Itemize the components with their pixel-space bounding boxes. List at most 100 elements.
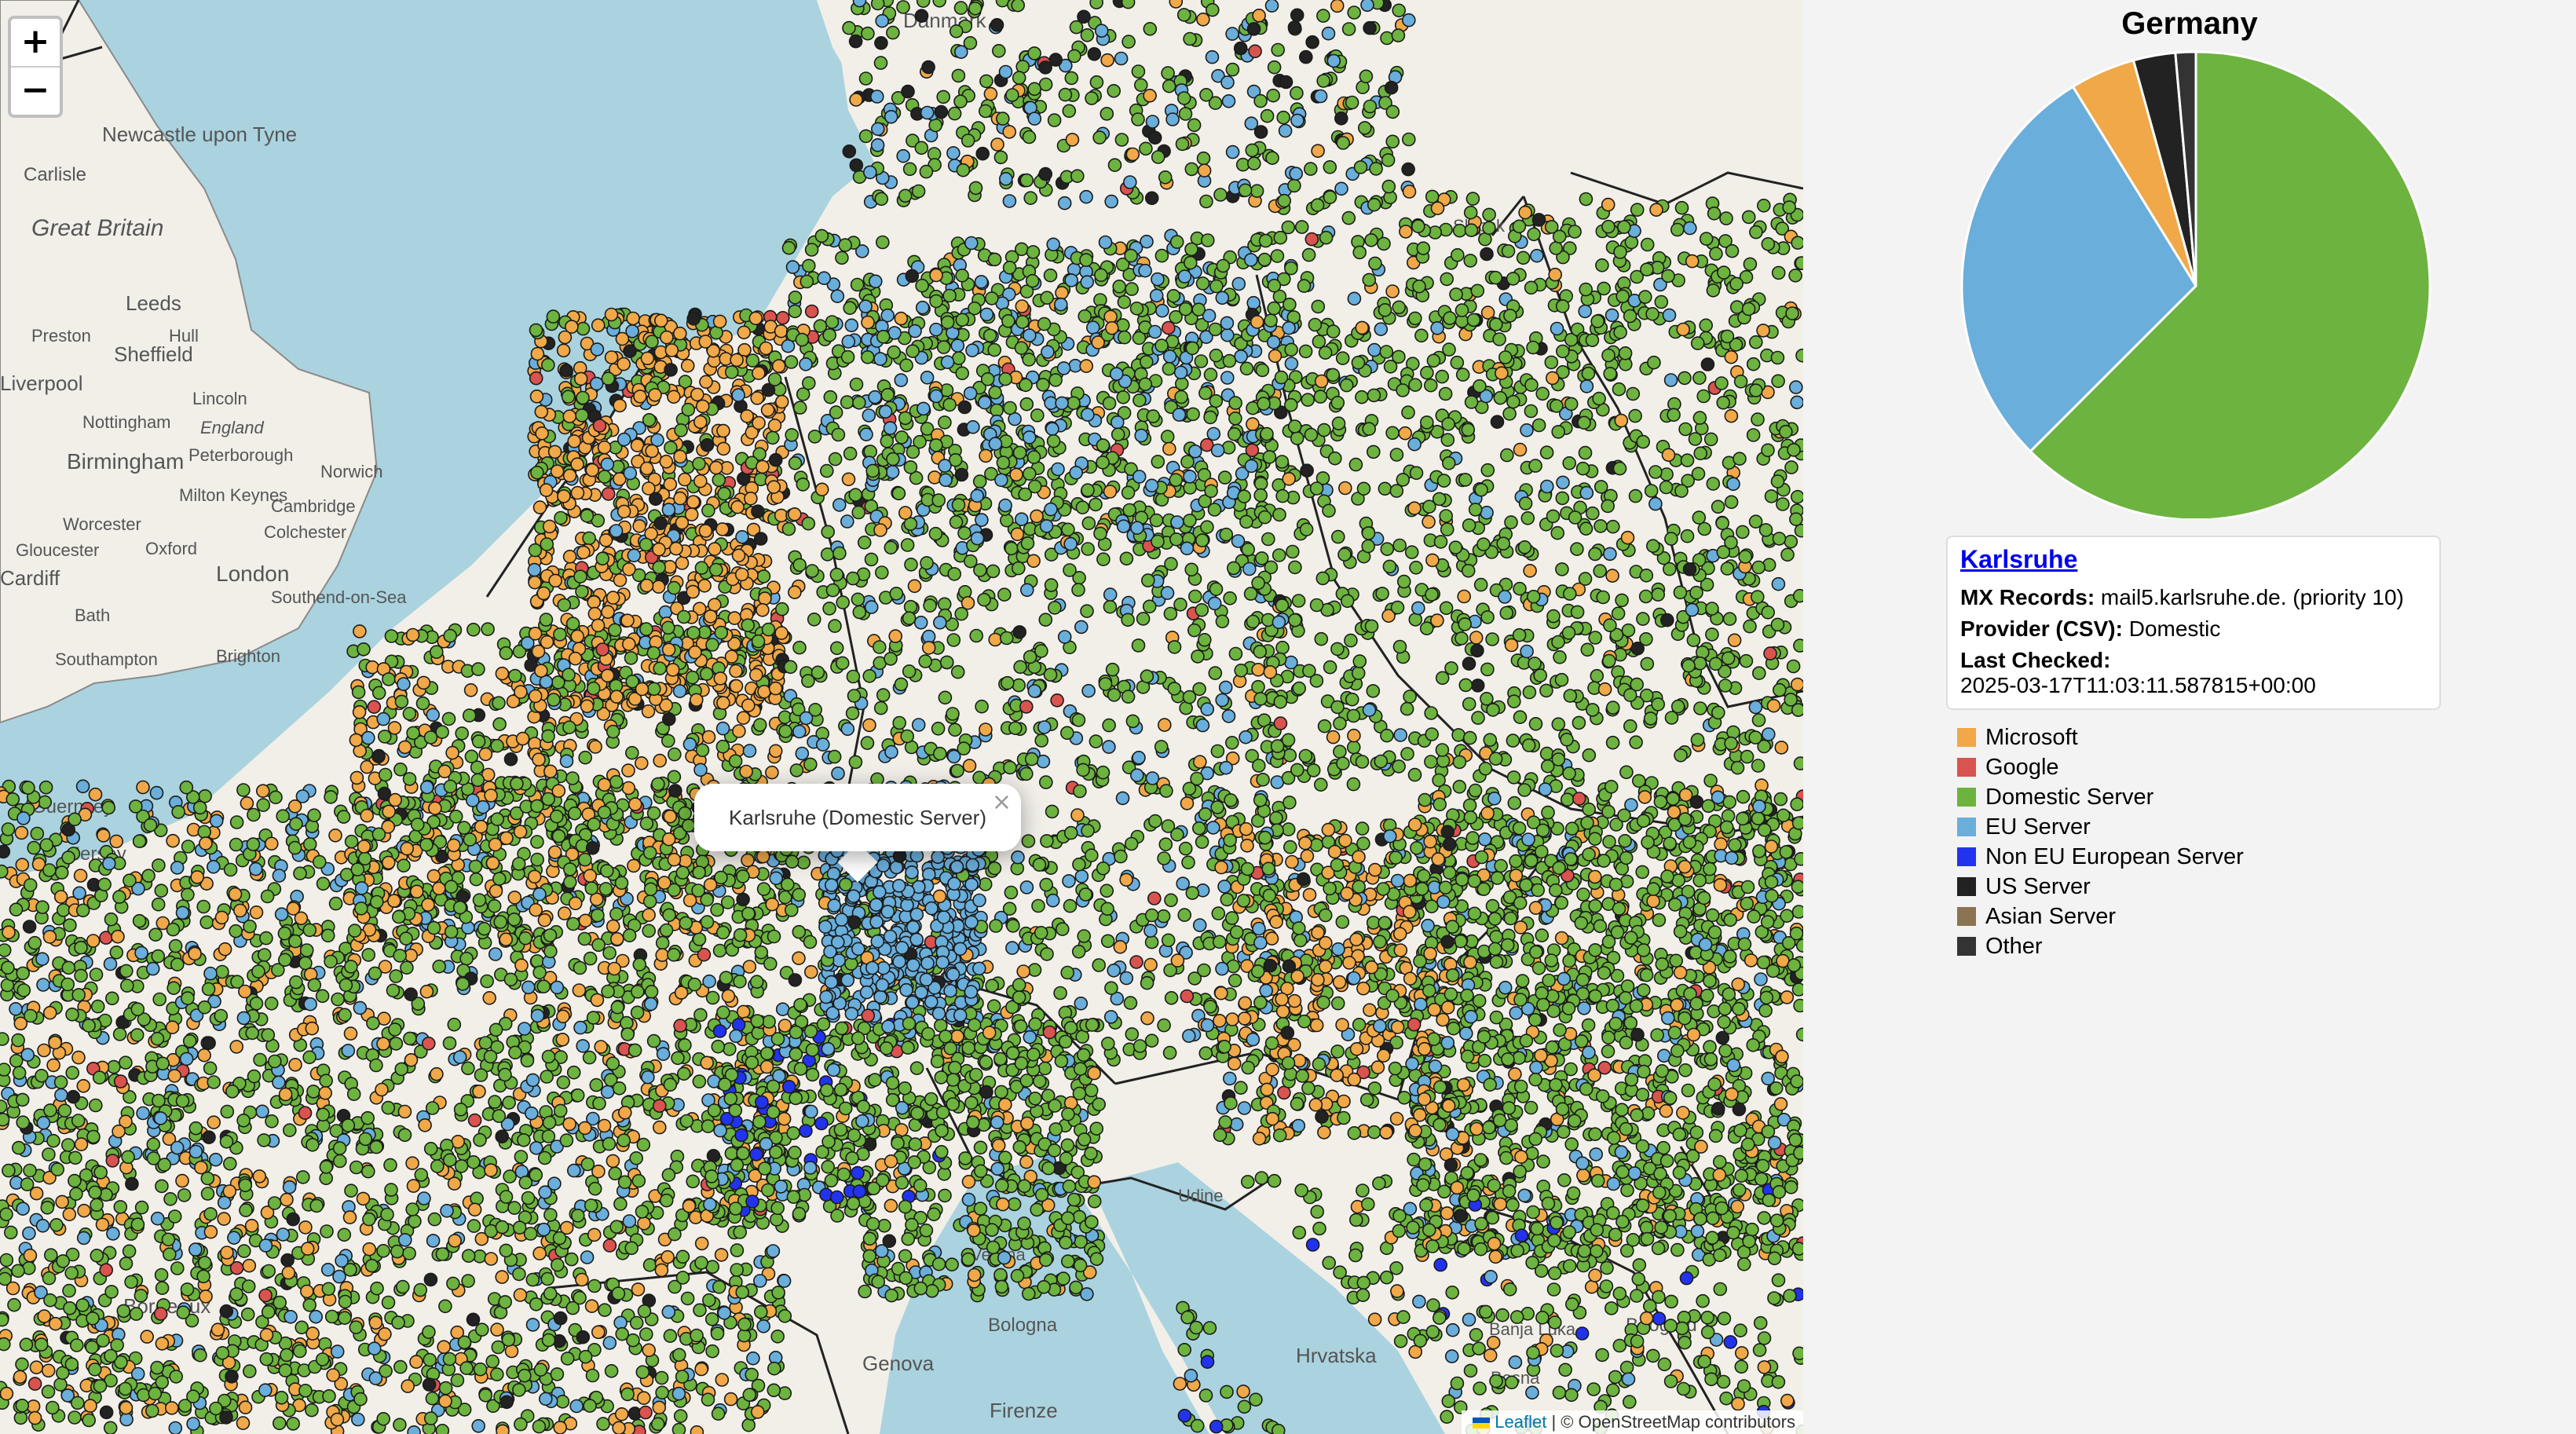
server-marker[interactable] <box>682 1199 697 1213</box>
server-marker[interactable] <box>64 1266 79 1280</box>
server-marker[interactable] <box>1162 1045 1177 1060</box>
server-marker[interactable] <box>623 466 638 481</box>
server-marker[interactable] <box>130 1002 145 1016</box>
server-marker[interactable] <box>653 661 668 676</box>
server-marker[interactable] <box>71 1114 86 1128</box>
server-marker[interactable] <box>562 1117 576 1132</box>
server-marker[interactable] <box>166 833 180 848</box>
server-marker[interactable] <box>240 1307 255 1322</box>
server-marker[interactable] <box>676 609 691 624</box>
server-marker[interactable] <box>150 1211 165 1226</box>
server-marker[interactable] <box>236 1011 251 1026</box>
server-marker[interactable] <box>622 928 637 942</box>
server-marker[interactable] <box>512 1220 527 1235</box>
server-marker[interactable] <box>1270 249 1285 263</box>
server-marker[interactable] <box>752 1274 767 1288</box>
server-marker[interactable] <box>140 1330 154 1344</box>
server-marker[interactable] <box>778 1309 792 1323</box>
server-marker[interactable] <box>1223 591 1237 605</box>
server-marker[interactable] <box>701 1392 715 1407</box>
server-marker[interactable] <box>426 1234 441 1248</box>
server-marker[interactable] <box>671 1422 686 1434</box>
server-marker[interactable] <box>36 978 50 992</box>
server-marker[interactable] <box>319 1074 333 1088</box>
server-marker[interactable] <box>507 891 522 905</box>
server-marker[interactable] <box>803 757 818 772</box>
server-marker[interactable] <box>532 887 547 902</box>
server-marker[interactable] <box>701 730 716 744</box>
server-marker[interactable] <box>134 1289 148 1303</box>
server-marker[interactable] <box>418 1118 432 1132</box>
server-marker[interactable] <box>693 1303 707 1318</box>
server-marker[interactable] <box>668 1227 682 1242</box>
server-marker[interactable] <box>765 765 779 780</box>
server-marker[interactable] <box>101 800 115 815</box>
server-marker[interactable] <box>598 1303 612 1317</box>
server-marker[interactable] <box>365 660 380 675</box>
server-marker[interactable] <box>585 463 600 477</box>
server-marker[interactable] <box>134 946 148 960</box>
server-marker[interactable] <box>23 1248 38 1263</box>
server-marker[interactable] <box>539 483 554 497</box>
server-marker[interactable] <box>276 809 291 823</box>
server-marker[interactable] <box>582 1050 597 1065</box>
server-marker[interactable] <box>167 1209 182 1224</box>
server-marker[interactable] <box>788 585 802 600</box>
server-marker[interactable] <box>478 747 493 762</box>
server-marker[interactable] <box>771 1286 785 1300</box>
server-marker[interactable] <box>39 838 54 852</box>
server-marker[interactable] <box>29 1186 44 1201</box>
server-marker[interactable] <box>730 1263 745 1277</box>
server-marker[interactable] <box>109 946 124 960</box>
server-marker[interactable] <box>609 907 624 921</box>
server-marker[interactable] <box>804 304 819 319</box>
server-marker[interactable] <box>1144 935 1159 949</box>
server-marker[interactable] <box>86 1311 100 1326</box>
server-marker[interactable] <box>96 829 111 843</box>
server-marker[interactable] <box>1015 242 1029 257</box>
server-marker[interactable] <box>119 1055 133 1070</box>
server-marker[interactable] <box>186 1417 200 1431</box>
server-marker[interactable] <box>121 1150 135 1165</box>
server-marker[interactable] <box>639 461 654 476</box>
server-marker[interactable] <box>77 1203 91 1218</box>
server-marker[interactable] <box>259 1328 274 1342</box>
server-marker[interactable] <box>576 545 591 560</box>
server-marker[interactable] <box>613 398 627 413</box>
server-marker[interactable] <box>136 780 150 795</box>
server-marker[interactable] <box>469 872 484 887</box>
server-marker[interactable] <box>429 645 444 660</box>
server-marker[interactable] <box>452 900 467 915</box>
server-marker[interactable] <box>652 1099 667 1113</box>
server-marker[interactable] <box>637 1216 651 1231</box>
server-marker[interactable] <box>829 567 844 582</box>
server-marker[interactable] <box>40 1201 55 1215</box>
server-marker[interactable] <box>97 877 112 892</box>
server-marker[interactable] <box>258 1288 273 1303</box>
server-marker[interactable] <box>197 1048 211 1063</box>
server-marker[interactable] <box>493 915 508 929</box>
server-marker[interactable] <box>130 1028 145 1042</box>
server-marker[interactable] <box>351 685 366 700</box>
server-marker[interactable] <box>704 1312 719 1326</box>
server-marker[interactable] <box>832 546 847 561</box>
server-marker[interactable] <box>635 1205 649 1219</box>
server-marker[interactable] <box>642 412 657 427</box>
server-marker[interactable] <box>119 1257 134 1271</box>
server-marker[interactable] <box>461 1249 476 1263</box>
server-marker[interactable] <box>528 626 543 641</box>
server-marker[interactable] <box>710 902 724 917</box>
server-marker[interactable] <box>664 343 679 357</box>
server-marker[interactable] <box>61 960 76 975</box>
server-marker[interactable] <box>426 920 441 935</box>
server-marker[interactable] <box>713 671 728 686</box>
server-marker[interactable] <box>46 1058 60 1073</box>
server-marker[interactable] <box>668 784 682 798</box>
server-marker[interactable] <box>1284 357 1299 371</box>
server-marker[interactable] <box>467 1202 482 1217</box>
server-marker[interactable] <box>1004 885 1019 900</box>
server-marker[interactable] <box>167 1069 181 1083</box>
server-marker[interactable] <box>662 908 676 923</box>
server-marker[interactable] <box>632 957 647 971</box>
server-marker[interactable] <box>344 960 358 974</box>
